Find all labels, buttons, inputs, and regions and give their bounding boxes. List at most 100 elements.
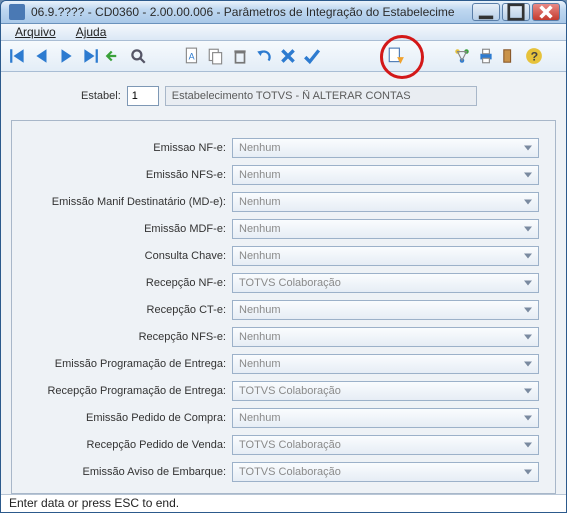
last-icon [81,47,99,65]
estabel-label: Estabel: [81,90,121,102]
menubar: Arquivo Ajuda [1,24,566,41]
search-button[interactable] [127,45,149,67]
field-value: Nenhum [239,250,281,262]
field-value: Nenhum [239,358,281,370]
maximize-button[interactable] [502,3,530,21]
new-button[interactable]: A [181,45,203,67]
field-label: Recepção CT-e: [28,304,228,316]
print-button[interactable] [475,45,497,67]
field-label: Emissão MDF-e: [28,223,228,235]
menu-arquivo[interactable]: Arquivo [7,24,64,40]
status-text: Enter data or press ESC to end. [9,496,179,510]
minimize-button[interactable] [472,3,500,21]
copy-icon [207,47,225,65]
field-value: TOTVS Colaboração [239,385,341,397]
relations-button[interactable] [451,45,473,67]
first-icon [9,47,27,65]
field-value: TOTVS Colaboração [239,466,341,478]
form-row: Recepção Pedido de Venda:TOTVS Colaboraç… [28,434,539,456]
form-row: Consulta Chave: Nenhum [28,245,539,267]
last-record-button[interactable] [79,45,101,67]
field-combo[interactable]: Nenhum [232,354,539,374]
check-icon [303,47,321,65]
undo-button[interactable] [253,45,275,67]
field-label: Emissão Aviso de Embarque: [28,466,228,478]
field-label: Emissão Programação de Entrega: [28,358,228,370]
field-value: TOTVS Colaboração [239,439,341,451]
prev-record-button[interactable] [31,45,53,67]
field-combo[interactable]: Nenhum [232,165,539,185]
exit-icon [501,47,519,65]
cancel-button[interactable] [277,45,299,67]
field-value: Nenhum [239,169,281,181]
window-controls [472,3,560,21]
prev-icon [33,47,51,65]
goto-icon [105,47,123,65]
svg-text:A: A [189,51,195,61]
estabel-row: Estabel: [81,86,556,106]
svg-text:?: ? [531,50,539,64]
close-button[interactable] [532,3,560,21]
client-area: Estabel: Emissao NF-e:NenhumEmissão NFS-… [1,72,566,494]
field-label: Consulta Chave: [28,250,228,262]
form-row: Recepção NFS-e:Nenhum [28,326,539,348]
titlebar: 06.9.???? - CD0360 - 2.00.00.006 - Parâm… [1,1,566,24]
statusbar: Enter data or press ESC to end. [1,494,566,512]
field-combo[interactable]: TOTVS Colaboração [232,273,539,293]
delete-button[interactable] [229,45,251,67]
form-row: Emissão Pedido de Compra: Nenhum [28,407,539,429]
undo-icon [255,47,273,65]
field-value: Nenhum [239,196,281,208]
field-combo[interactable]: Nenhum [232,192,539,212]
field-value: Nenhum [239,142,281,154]
field-combo[interactable]: Nenhum [232,219,539,239]
field-label: Emissão Manif Destinatário (MD-e): [28,196,228,208]
field-value: TOTVS Colaboração [239,277,341,289]
field-combo[interactable]: Nenhum [232,300,539,320]
goto-button[interactable] [103,45,125,67]
copy-button[interactable] [205,45,227,67]
form-row: Recepção NF-e: TOTVS Colaboração [28,272,539,294]
menu-ajuda[interactable]: Ajuda [68,24,115,40]
field-label: Recepção NF-e: [28,277,228,289]
field-combo[interactable]: Nenhum [232,408,539,428]
close-icon [537,3,555,21]
form-row: Recepção CT-e: Nenhum [28,299,539,321]
confirm-button[interactable] [301,45,323,67]
form-row: Emissão Aviso de Embarque: TOTVS Colabora… [28,461,539,483]
next-icon [57,47,75,65]
form-panel: Emissao NF-e:NenhumEmissão NFS-e:NenhumE… [11,120,556,494]
field-combo[interactable]: Nenhum [232,327,539,347]
field-combo[interactable]: TOTVS Colaboração [232,462,539,482]
minimize-icon [477,3,495,21]
relations-icon [453,47,471,65]
field-value: Nenhum [239,304,281,316]
highlighted-action-button[interactable] [385,45,407,67]
form-row: Emissão NFS-e:Nenhum [28,164,539,186]
field-value: Nenhum [239,223,281,235]
new-icon: A [183,47,201,65]
field-combo[interactable]: Nenhum [232,246,539,266]
field-combo[interactable]: TOTVS Colaboração [232,435,539,455]
estabel-code-input[interactable] [127,86,159,106]
cancel-icon [279,47,297,65]
printer-icon [477,47,495,65]
field-label: Emissao NF-e: [28,142,228,154]
field-label: Emissão Pedido de Compra: [28,412,228,424]
help-button[interactable]: ? [523,45,545,67]
form-row: Emissão Programação de Entrega: Nenhum [28,353,539,375]
field-value: Nenhum [239,412,281,424]
exit-button[interactable] [499,45,521,67]
document-arrow-icon [387,47,405,65]
next-record-button[interactable] [55,45,77,67]
app-window: 06.9.???? - CD0360 - 2.00.00.006 - Parâm… [0,0,567,513]
form-row: Emissao NF-e: Nenhum [28,137,539,159]
field-combo[interactable]: Nenhum [232,138,539,158]
trash-icon [231,47,249,65]
app-icon [9,4,25,20]
form-row: Emissão Manif Destinatário (MD-e): Nenhum [28,191,539,213]
field-combo[interactable]: TOTVS Colaboração [232,381,539,401]
first-record-button[interactable] [7,45,29,67]
help-icon: ? [525,47,543,65]
field-label: Recepção Programação de Entrega: [28,385,228,397]
